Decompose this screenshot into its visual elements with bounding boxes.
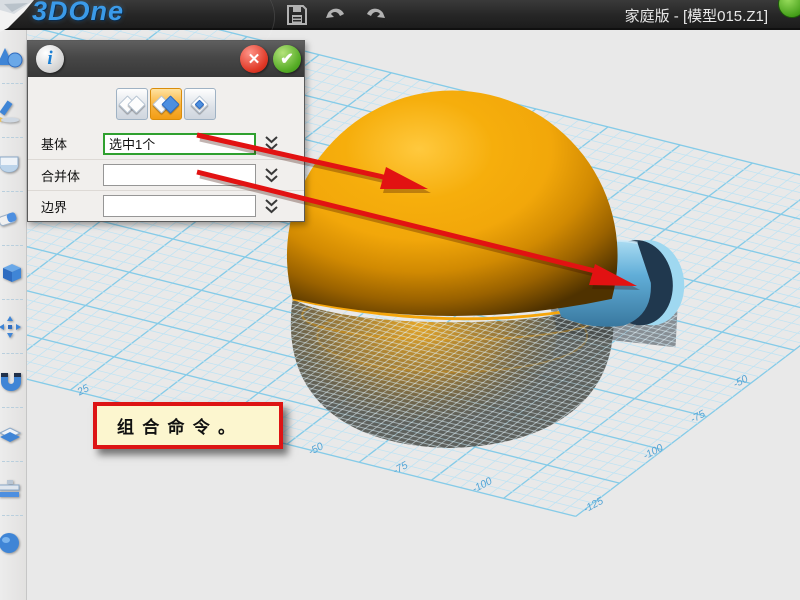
cube-icon [0,261,23,285]
cancel-button[interactable]: ✕ [240,45,268,73]
sidebar-item-sketch[interactable] [0,84,26,138]
merge-body-input[interactable] [103,164,256,186]
sphere-icon [0,531,23,555]
sidebar-item-surface[interactable] [0,138,26,192]
app-logo-text: 3DOne [32,0,124,27]
sidebar-item-cube[interactable] [0,246,26,300]
field-label-boundary: 边界 [41,197,103,216]
layers-icon [0,423,23,447]
sidebar-item-magnet[interactable] [0,354,26,408]
corner-badge-button[interactable] [778,0,800,18]
save-button[interactable] [284,3,310,27]
tooltip-text: 组 合 命 令 。 [117,413,237,438]
field-row-base: 基体 [28,128,304,159]
surface-icon [0,153,23,177]
combine-dialog: i ✕ ✔ 基体 [27,40,305,222]
redo-button[interactable] [362,3,388,27]
sidebar-item-sphere[interactable] [0,516,26,570]
save-icon [286,4,308,26]
field-row-boundary: 边界 [28,190,304,221]
boolean-mode-row [28,88,304,120]
3done-window: 3DOne 家庭 [0,0,800,600]
chevron-down-icon[interactable] [264,135,279,152]
tooltip-combine-command: 组 合 命 令 。 [93,402,283,449]
mode-intersect-button[interactable] [184,88,216,120]
base-body-input[interactable] [103,133,256,155]
info-icon[interactable]: i [36,45,64,73]
sidebar-item-primitives[interactable] [0,30,26,84]
confirm-button[interactable]: ✔ [273,45,301,73]
sidebar-item-eraser[interactable] [0,192,26,246]
primitives-icon [0,45,23,69]
mode-union-button[interactable] [116,88,148,120]
field-label-base: 基体 [41,134,103,153]
title-bar: 3DOne 家庭 [0,0,800,30]
magnet-icon [0,369,23,393]
undo-button[interactable] [323,3,349,27]
chevron-down-icon[interactable] [264,198,279,215]
boundary-input[interactable] [103,195,256,217]
eraser-icon [0,207,23,231]
sidebar-item-move[interactable] [0,300,26,354]
measure-icon [0,477,23,501]
sidebar-item-measure[interactable] [0,462,26,516]
redo-icon [363,4,387,26]
app-logo-icon [0,0,36,34]
move-icon [0,315,23,339]
mode-subtract-button[interactable] [150,88,182,120]
undo-icon [324,4,348,26]
chevron-down-icon[interactable] [264,167,279,184]
sidebar-item-layers[interactable] [0,408,26,462]
sketch-pencil-icon [0,99,23,123]
field-row-merge: 合并体 [28,159,304,190]
field-label-merge: 合并体 [41,166,103,185]
tool-sidebar [0,30,27,600]
dialog-title-bar: i ✕ ✔ [28,41,304,77]
document-title: 家庭版 - [模型015.Z1] [625,5,768,26]
